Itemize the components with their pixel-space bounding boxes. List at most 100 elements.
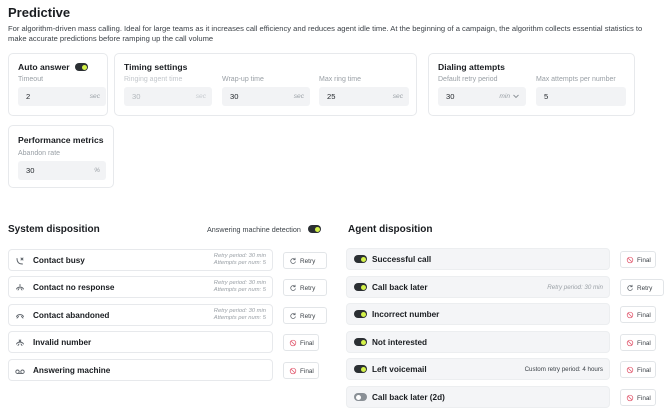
agent-disposition-row[interactable]: Incorrect number xyxy=(346,303,610,325)
amd-toggle[interactable] xyxy=(308,225,321,233)
system-disposition-row[interactable]: Invalid number xyxy=(8,331,273,353)
agent-disposition-title: Agent disposition xyxy=(348,224,433,235)
agent-disposition-row[interactable]: Left voicemail Custom retry period: 4 hou… xyxy=(346,358,610,380)
retry-period-text: Retry period: 30 min xyxy=(213,308,266,314)
retry-info: Retry period: 30 min Attempts per num: 5 xyxy=(214,308,266,322)
sys-action-retry-button[interactable]: Retry xyxy=(283,307,327,324)
retry-period-text: Retry period: 30 min xyxy=(213,253,266,259)
performance-metrics-card: Performance metrics Abandon rate 30 % xyxy=(8,125,114,188)
final-icon xyxy=(626,394,634,402)
sys-action-final-button[interactable]: Final xyxy=(283,362,319,379)
default-retry-period-label: Default retry period xyxy=(438,76,498,83)
sys-action-label: Final xyxy=(300,339,314,347)
max-ring-time-unit: sec xyxy=(392,93,403,100)
agent-disposition-toggle[interactable] xyxy=(354,310,367,318)
final-icon xyxy=(626,311,634,319)
timeout-input[interactable]: 2 sec xyxy=(18,87,106,106)
agent-disposition-name: Not interested xyxy=(372,338,428,347)
system-disposition-row[interactable]: Contact abandoned Retry period: 30 min Att… xyxy=(8,304,273,326)
default-retry-period-unit: min xyxy=(499,93,510,100)
sys-action-label: Retry xyxy=(300,312,316,320)
auto-answer-toggle[interactable] xyxy=(75,63,88,71)
retry-icon xyxy=(290,284,296,291)
agent-action-label: Final xyxy=(637,256,651,264)
page-description: For algorithm-driven mass calling. Ideal… xyxy=(8,24,643,43)
agent-disposition-row[interactable]: Not interested xyxy=(346,331,610,353)
sys-action-label: Final xyxy=(300,367,314,375)
agent-action-final-button[interactable]: Final xyxy=(620,251,656,268)
abandon-rate-unit: % xyxy=(94,167,100,174)
final-icon xyxy=(626,339,634,347)
max-ring-time-input[interactable]: 25 sec xyxy=(319,87,409,106)
max-attempts-label: Max attempts per number xyxy=(536,76,616,83)
agent-disposition-name: Incorrect number xyxy=(372,310,440,319)
auto-answer-title: Auto answer xyxy=(18,62,70,72)
max-attempts-value: 5 xyxy=(544,92,549,101)
agent-disposition-toggle[interactable] xyxy=(354,255,367,263)
abandon-rate-value: 30 xyxy=(26,166,35,175)
agent-disposition-name: Left voicemail xyxy=(372,365,427,374)
phone-no-response-icon xyxy=(16,284,24,291)
agent-action-label: Final xyxy=(637,339,651,347)
page-title: Predictive xyxy=(8,5,71,20)
agent-disposition-row[interactable]: Call back later (2d) xyxy=(346,386,610,408)
attempts-per-num-text: Attempts per num: 5 xyxy=(213,287,266,293)
timeout-value: 2 xyxy=(26,92,31,101)
default-retry-period-value: 30 xyxy=(446,92,455,101)
voicemail-icon xyxy=(15,369,25,374)
agent-action-final-button[interactable]: Final xyxy=(620,389,656,406)
wrap-up-time-unit: sec xyxy=(293,93,304,100)
system-disposition-title: System disposition xyxy=(8,224,100,235)
system-disposition-name: Contact busy xyxy=(33,256,85,265)
timing-settings-card: Timing settings Ringing agent time 30 se… xyxy=(114,53,417,116)
retry-icon xyxy=(290,257,296,264)
agent-action-label: Final xyxy=(637,311,651,319)
timing-settings-title: Timing settings xyxy=(124,62,188,72)
agent-disposition-toggle[interactable] xyxy=(354,338,367,346)
agent-disposition-toggle[interactable] xyxy=(354,393,367,401)
timeout-label: Timeout xyxy=(18,76,44,83)
agent-action-final-button[interactable]: Final xyxy=(620,306,656,323)
final-icon xyxy=(289,367,297,375)
max-attempts-input[interactable]: 5 xyxy=(536,87,626,106)
sys-action-final-button[interactable]: Final xyxy=(283,334,319,351)
system-disposition-name: Invalid number xyxy=(33,338,92,347)
ringing-agent-time-input[interactable]: 30 sec xyxy=(124,87,212,106)
system-disposition-row[interactable]: Contact busy Retry period: 30 min Attempts… xyxy=(8,249,273,271)
sys-action-label: Retry xyxy=(300,257,316,265)
wrap-up-time-value: 30 xyxy=(230,92,239,101)
abandon-rate-input[interactable]: 30 % xyxy=(18,161,106,180)
agent-action-label: Final xyxy=(637,366,651,374)
attempts-per-num-text: Attempts per num: 5 xyxy=(213,260,266,266)
agent-disposition-toggle[interactable] xyxy=(354,283,367,291)
sys-action-retry-button[interactable]: Retry xyxy=(283,252,327,269)
sys-action-retry-button[interactable]: Retry xyxy=(283,279,327,296)
agent-disposition-row[interactable]: Call back later Retry period: 30 min xyxy=(346,276,610,298)
agent-action-final-button[interactable]: Final xyxy=(620,361,656,378)
default-retry-period-select[interactable]: 30 min xyxy=(438,87,526,106)
phone-abandoned-icon xyxy=(16,314,24,319)
agent-disposition-toggle[interactable] xyxy=(354,365,367,373)
abandon-rate-label: Abandon rate xyxy=(18,150,61,157)
wrap-up-time-input[interactable]: 30 sec xyxy=(222,87,310,106)
timeout-unit: sec xyxy=(89,93,100,100)
retry-period-text: Custom retry period: 4 hours xyxy=(524,366,603,373)
system-disposition-name: Contact abandoned xyxy=(33,311,110,320)
ringing-agent-time-label: Ringing agent time xyxy=(124,76,183,83)
performance-metrics-title: Performance metrics xyxy=(18,135,104,145)
final-icon xyxy=(626,366,634,374)
system-disposition-row[interactable]: Answering machine xyxy=(8,359,273,381)
agent-disposition-row[interactable]: Successful call xyxy=(346,248,610,270)
agent-action-retry-button[interactable]: Retry xyxy=(620,279,664,296)
phone-busy-icon xyxy=(16,257,24,265)
ringing-agent-time-value: 30 xyxy=(132,92,141,101)
system-disposition-row[interactable]: Contact no response Retry period: 30 min A… xyxy=(8,276,273,298)
retry-period-text: Retry period: 30 min xyxy=(213,280,266,286)
wrap-up-time-label: Wrap-up time xyxy=(222,76,264,83)
max-ring-time-value: 25 xyxy=(327,92,336,101)
auto-answer-card: Auto answer Timeout 2 sec xyxy=(8,53,108,116)
max-ring-time-label: Max ring time xyxy=(319,76,362,83)
agent-disposition-name: Call back later (2d) xyxy=(372,393,445,402)
agent-action-final-button[interactable]: Final xyxy=(620,334,656,351)
chevron-down-icon xyxy=(513,94,519,99)
